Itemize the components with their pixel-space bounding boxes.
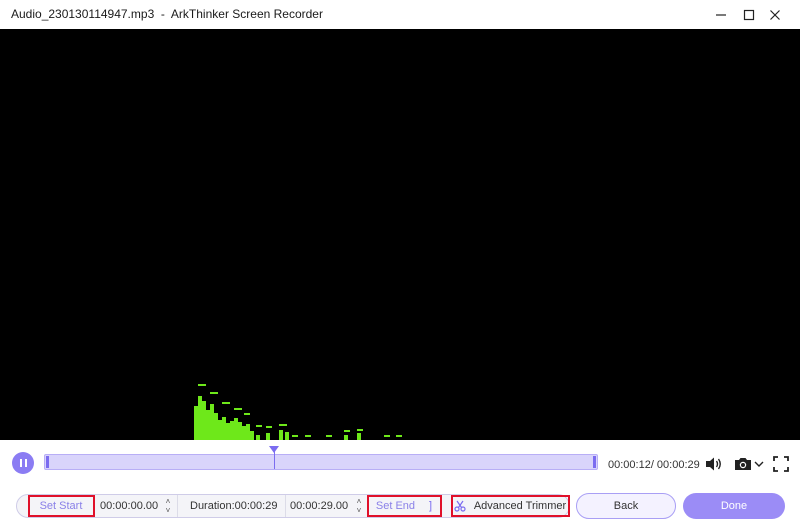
visualizer-bar <box>250 431 254 440</box>
app-name: ArkThinker Screen Recorder <box>170 7 323 21</box>
stepper-up-icon[interactable]: ˄ <box>357 497 362 506</box>
start-time-value: 00:00:00.00 <box>100 500 159 512</box>
volume-icon <box>706 457 721 471</box>
snapshot-options-button[interactable] <box>753 458 765 470</box>
duration-value: Duration:00:00:29 <box>190 500 278 512</box>
end-time-value: 00:00:29.00 <box>290 500 349 512</box>
visualizer-bar <box>266 433 270 440</box>
visualizer-peak <box>198 384 206 386</box>
visualizer-peak <box>279 424 287 426</box>
chevron-down-icon <box>754 461 764 467</box>
timeline-start-handle[interactable] <box>46 456 49 468</box>
visualizer-peak <box>357 429 363 431</box>
visualizer-peak <box>256 425 262 427</box>
stepper-down-icon[interactable]: ˅ <box>357 506 362 515</box>
done-label: Done <box>720 500 748 512</box>
start-time-field[interactable]: 00:00:00.00 <box>100 495 162 517</box>
highlight-set-end <box>367 495 442 517</box>
timeline-slider[interactable] <box>44 454 598 470</box>
back-label: Back <box>613 500 639 512</box>
volume-button[interactable] <box>704 455 724 473</box>
back-button[interactable]: Back <box>576 493 676 519</box>
visualizer-peak <box>292 435 298 437</box>
visualizer-bar <box>357 433 361 440</box>
maximize-button[interactable] <box>736 0 762 29</box>
visualizer-peak <box>244 413 250 415</box>
highlight-advanced-trimmer <box>451 495 570 517</box>
end-time-field[interactable]: 00:00:29.00 <box>290 495 352 517</box>
visualizer-peak <box>266 426 272 428</box>
minimize-icon <box>716 13 726 16</box>
visualizer-peak <box>384 435 390 437</box>
visualizer-peak <box>210 392 218 394</box>
audio-visualizer <box>0 29 800 440</box>
close-icon <box>770 9 780 20</box>
visualizer-peak <box>396 435 402 437</box>
divider <box>285 495 286 517</box>
close-button[interactable] <box>762 0 788 29</box>
snapshot-button[interactable] <box>733 455 753 473</box>
visualizer-bar <box>285 432 289 440</box>
stepper-down-icon[interactable]: ˅ <box>166 506 171 515</box>
file-name: Audio_230130114947.mp3 <box>11 7 155 21</box>
title-separator: - <box>154 7 171 21</box>
divider <box>177 495 178 517</box>
recorder-window: Audio_230130114947.mp3 - ArkThinker Scre… <box>0 0 800 532</box>
start-time-stepper[interactable]: ˄ ˅ <box>162 495 174 517</box>
highlight-set-start <box>28 495 95 517</box>
maximize-icon <box>743 9 755 20</box>
fullscreen-button[interactable] <box>772 455 790 473</box>
done-button[interactable]: Done <box>683 493 785 519</box>
visualizer-peak <box>344 430 350 432</box>
stepper-up-icon[interactable]: ˄ <box>166 497 171 506</box>
minimize-button[interactable] <box>708 0 734 29</box>
visualizer-peak <box>326 435 332 437</box>
fullscreen-icon <box>773 456 789 472</box>
playhead-marker[interactable] <box>269 446 279 453</box>
end-time-stepper[interactable]: ˄ ˅ <box>353 495 365 517</box>
visualizer-peak <box>222 402 230 404</box>
duration-display: Duration:00:00:29 <box>190 495 280 517</box>
visualizer-peak <box>305 435 311 437</box>
camera-icon <box>735 458 751 470</box>
window-title: Audio_230130114947.mp3 - ArkThinker Scre… <box>11 7 323 21</box>
visualizer-bar <box>279 430 283 440</box>
pause-button[interactable] <box>12 452 34 474</box>
timeline-end-handle[interactable] <box>593 456 596 468</box>
time-readout: 00:00:12/ 00:00:29 <box>608 459 700 471</box>
visualizer-peak <box>234 408 242 410</box>
pause-icon <box>18 459 28 467</box>
title-bar: Audio_230130114947.mp3 - ArkThinker Scre… <box>0 0 800 29</box>
